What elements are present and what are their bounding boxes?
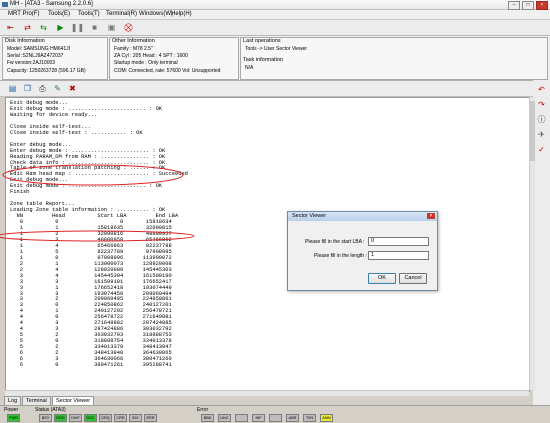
window-controls: – □ × xyxy=(508,1,548,10)
console-output[interactable]: Exit debug mode... Exit debug mode : ...… xyxy=(5,97,530,392)
length-label: Please fill in the length : xyxy=(314,253,367,259)
info-icon[interactable]: ⓘ xyxy=(536,114,547,125)
ok-button[interactable]: OK xyxy=(368,273,396,284)
led-idx: IDX xyxy=(129,414,142,422)
disk-serial: Serial :S2NLJ9AZ472037 xyxy=(7,53,64,59)
disk-info-title: Disk Information xyxy=(5,38,45,44)
print-icon[interactable]: ⎙ xyxy=(37,83,48,94)
info-panel: Disk Information Model: SAMSUNG HM641JI … xyxy=(0,36,550,81)
menu-tools-t[interactable]: Tools(T) xyxy=(78,11,100,17)
record-icon[interactable]: ▣ xyxy=(106,22,117,33)
disk-model: Model: SAMSUNG HM641JI xyxy=(7,46,71,52)
stop-icon[interactable]: ■ xyxy=(89,22,100,33)
other-family: Family : M78 2.5" xyxy=(114,46,153,52)
last-ops-box: Last operations Tools -> User Sector Vie… xyxy=(240,37,548,80)
led-abr: ABR xyxy=(286,414,299,422)
task-info-value: N/A xyxy=(245,65,254,71)
power-group: Power PWR xyxy=(3,407,29,422)
power-label: Power xyxy=(4,407,19,413)
ata-status-label: Status (ATA3) xyxy=(35,407,66,413)
error-status-label: Error xyxy=(197,407,209,413)
other-info-title: Other Information xyxy=(112,38,155,44)
error-status-group: Error BBK UNC INF ABR T0N AMN xyxy=(196,407,356,422)
pause-icon[interactable]: ❚❚ xyxy=(71,22,84,33)
led-drq: DRQ xyxy=(99,414,112,422)
led-err: ERR xyxy=(144,414,157,422)
other-geometry: ZA Cyl : 205 Head : 4 SPT : 1600 xyxy=(114,53,188,59)
save-icon[interactable]: ▤ xyxy=(7,83,18,94)
menu-windows[interactable]: Windows(W) xyxy=(139,11,173,17)
led-bbk: BBK xyxy=(201,414,214,422)
led-unc: UNC xyxy=(218,414,231,422)
led-bsy: BSY xyxy=(39,414,52,422)
dialog-close-button[interactable]: × xyxy=(427,213,435,219)
right-toolbar: ↶ ↷ ⓘ ✈ ✓ xyxy=(533,80,550,406)
led-crr: CRR xyxy=(114,414,127,422)
disk-info-box: Disk Information Model: SAMSUNG HM641JI … xyxy=(2,37,108,80)
led-pwr: PWR xyxy=(7,414,20,422)
disconnect-icon[interactable]: ⇆ xyxy=(38,22,49,33)
menu-mrt-pro[interactable]: MRT Pro(F) xyxy=(8,11,39,17)
dialog-title: Sector Viewer xyxy=(292,213,327,219)
window-title: MH - [ATA3 - Samsung 2.2.0.6] xyxy=(10,1,93,7)
led-blank-1 xyxy=(235,414,248,422)
dialog-title-bar: Sector Viewer xyxy=(288,212,437,221)
led-dwf: DWF xyxy=(69,414,82,422)
led-drd: DRD xyxy=(54,414,67,422)
exit-icon[interactable]: ⇤ xyxy=(5,22,16,33)
minimize-button[interactable]: – xyxy=(508,1,520,10)
checklist-icon[interactable]: ✓ xyxy=(536,144,547,155)
last-ops-title: Last operations xyxy=(243,38,281,44)
clear-icon[interactable]: ✖ xyxy=(67,83,78,94)
start-lba-label: Please fill in the start LBA : xyxy=(305,239,365,245)
led-amn: AMN xyxy=(320,414,333,422)
other-startup: Startup mode : Only terminal xyxy=(114,60,178,66)
console-text: Exit debug mode... Exit debug mode : ...… xyxy=(10,100,188,368)
menu-help[interactable]: Help(H) xyxy=(171,11,192,17)
led-blank-2 xyxy=(269,414,282,422)
maximize-button[interactable]: □ xyxy=(522,1,534,10)
last-ops-value: Tools -> User Sector Viewer xyxy=(245,46,308,52)
led-t0n: T0N xyxy=(303,414,316,422)
led-inf: INF xyxy=(252,414,265,422)
edit-icon[interactable]: ✎ xyxy=(52,83,63,94)
copy-icon[interactable]: ❐ xyxy=(22,83,33,94)
other-com: COM: Connected, rate: 57600 Vol: Unsuppo… xyxy=(114,68,221,74)
disk-firmware: Fw version:2AJ10003 xyxy=(7,60,56,66)
close-button[interactable]: × xyxy=(536,1,548,10)
cancel-button[interactable]: Cancel xyxy=(399,273,427,284)
play-icon[interactable]: ▶ xyxy=(55,22,66,33)
status-bar: Power PWR Status (ATA3) BSY DRD DWF DSC … xyxy=(0,405,550,423)
app-icon xyxy=(2,2,8,7)
undo-icon[interactable]: ↶ xyxy=(536,84,547,95)
console-toolbar: ▤ ❐ ⎙ ✎ ✖ xyxy=(0,81,533,97)
redo-icon[interactable]: ↷ xyxy=(536,99,547,110)
menu-tools-e[interactable]: Tools(E) xyxy=(48,11,70,17)
task-info-title: Task information xyxy=(243,57,284,63)
pin-icon[interactable]: ✈ xyxy=(536,129,547,140)
menu-bar: MRT Pro(F) Tools(E) Tools(T) Terminal(R)… xyxy=(0,10,550,20)
ata-status-group: Status (ATA3) BSY DRD DWF DSC DRQ CRR ID… xyxy=(34,407,184,422)
sector-viewer-dialog: Sector Viewer × Please fill in the start… xyxy=(287,211,438,291)
console-vertical-scrollbar[interactable] xyxy=(529,97,535,390)
connect-icon[interactable]: ⇄ xyxy=(22,22,33,33)
snapshot-icon[interactable]: ⛒ xyxy=(123,22,134,33)
led-dsc: DSC xyxy=(84,414,97,422)
main-toolbar: ⇤ ⇄ ⇆ ▶ ❚❚ ■ ▣ ⛒ xyxy=(0,20,550,36)
start-lba-input[interactable]: 0 xyxy=(368,237,429,246)
length-input[interactable]: 1 xyxy=(368,251,429,260)
menu-terminal[interactable]: Terminal(R) xyxy=(106,11,137,17)
other-info-box: Other Information Family : M78 2.5" ZA C… xyxy=(109,37,239,80)
title-bar: MH - [ATA3 - Samsung 2.2.0.6] – □ × xyxy=(0,0,550,10)
console-tabs: Log Terminal Sector Viewer xyxy=(0,396,533,406)
disk-capacity: Capacity: 1250263728 (596.17 GB) xyxy=(7,68,86,74)
